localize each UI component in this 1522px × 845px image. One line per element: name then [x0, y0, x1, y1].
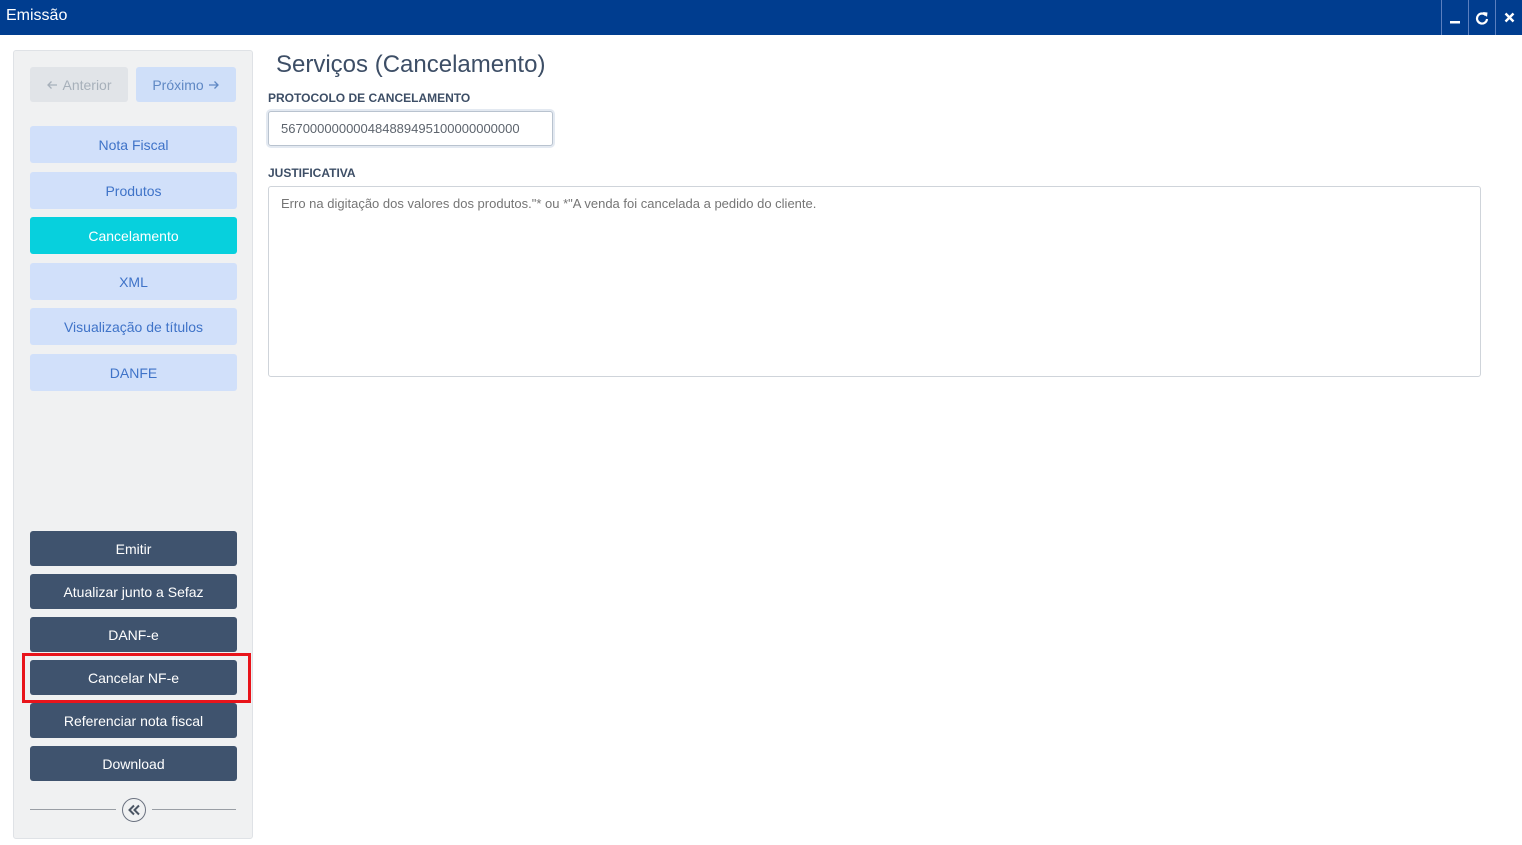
page-title: Serviços (Cancelamento) — [276, 51, 546, 78]
double-chevron-left-icon — [128, 804, 140, 816]
arrow-right-icon — [208, 80, 219, 89]
sidebar-collapse-row — [30, 797, 236, 823]
action-label: Cancelar NF-e — [87, 669, 180, 686]
menu-label: Visualização de títulos — [63, 318, 204, 335]
download-button[interactable]: Download — [30, 746, 237, 781]
menu-nota-fiscal[interactable]: Nota Fiscal — [30, 126, 237, 163]
arrow-left-icon — [47, 80, 58, 89]
protocol-label: PROTOCOLO DE CANCELAMENTO — [268, 91, 471, 105]
justification-textarea[interactable] — [268, 186, 1481, 377]
menu-xml[interactable]: XML — [30, 263, 237, 300]
sidebar: Anterior Próximo Nota Fiscal Produtos Ca… — [13, 50, 253, 839]
menu-cancelamento[interactable]: Cancelamento — [30, 217, 237, 254]
minimize-button[interactable] — [1441, 0, 1468, 35]
step-navigation: Anterior Próximo — [30, 67, 237, 103]
cancelar-nfe-button[interactable]: Cancelar NF-e — [30, 660, 237, 695]
refresh-icon — [1475, 11, 1489, 25]
minimize-icon — [1450, 20, 1460, 23]
menu-label: Produtos — [105, 182, 162, 199]
previous-label: Anterior — [62, 76, 112, 93]
collapse-sidebar-button[interactable] — [122, 798, 146, 822]
close-icon — [1504, 12, 1514, 23]
referenciar-nota-fiscal-button[interactable]: Referenciar nota fiscal — [30, 703, 237, 738]
menu-label: DANFE — [109, 364, 158, 381]
action-label: DANF-e — [108, 626, 159, 643]
danf-e-button[interactable]: DANF-e — [30, 617, 237, 652]
divider — [152, 809, 236, 810]
next-button[interactable]: Próximo — [136, 67, 236, 102]
menu-label: Nota Fiscal — [98, 136, 169, 153]
window-titlebar: Emissão — [0, 0, 1522, 35]
menu-label: XML — [119, 273, 148, 290]
atualizar-sefaz-button[interactable]: Atualizar junto a Sefaz — [30, 574, 237, 609]
protocol-input[interactable] — [268, 111, 553, 146]
refresh-button[interactable] — [1468, 0, 1495, 35]
emitir-button[interactable]: Emitir — [30, 531, 237, 566]
menu-visualizacao-titulos[interactable]: Visualização de títulos — [30, 308, 237, 345]
action-label: Atualizar junto a Sefaz — [63, 583, 204, 600]
action-label: Emitir — [115, 540, 152, 557]
action-label: Referenciar nota fiscal — [63, 712, 204, 729]
menu-danfe[interactable]: DANFE — [30, 354, 237, 391]
window-title: Emissão — [6, 7, 68, 24]
next-label: Próximo — [152, 76, 204, 93]
divider — [30, 809, 116, 810]
justification-label: JUSTIFICATIVA — [268, 166, 356, 180]
action-label: Download — [102, 755, 165, 772]
menu-label: Cancelamento — [88, 227, 179, 244]
window-controls — [1441, 0, 1522, 35]
close-button[interactable] — [1495, 0, 1522, 35]
menu-produtos[interactable]: Produtos — [30, 172, 237, 209]
previous-button[interactable]: Anterior — [30, 67, 128, 102]
